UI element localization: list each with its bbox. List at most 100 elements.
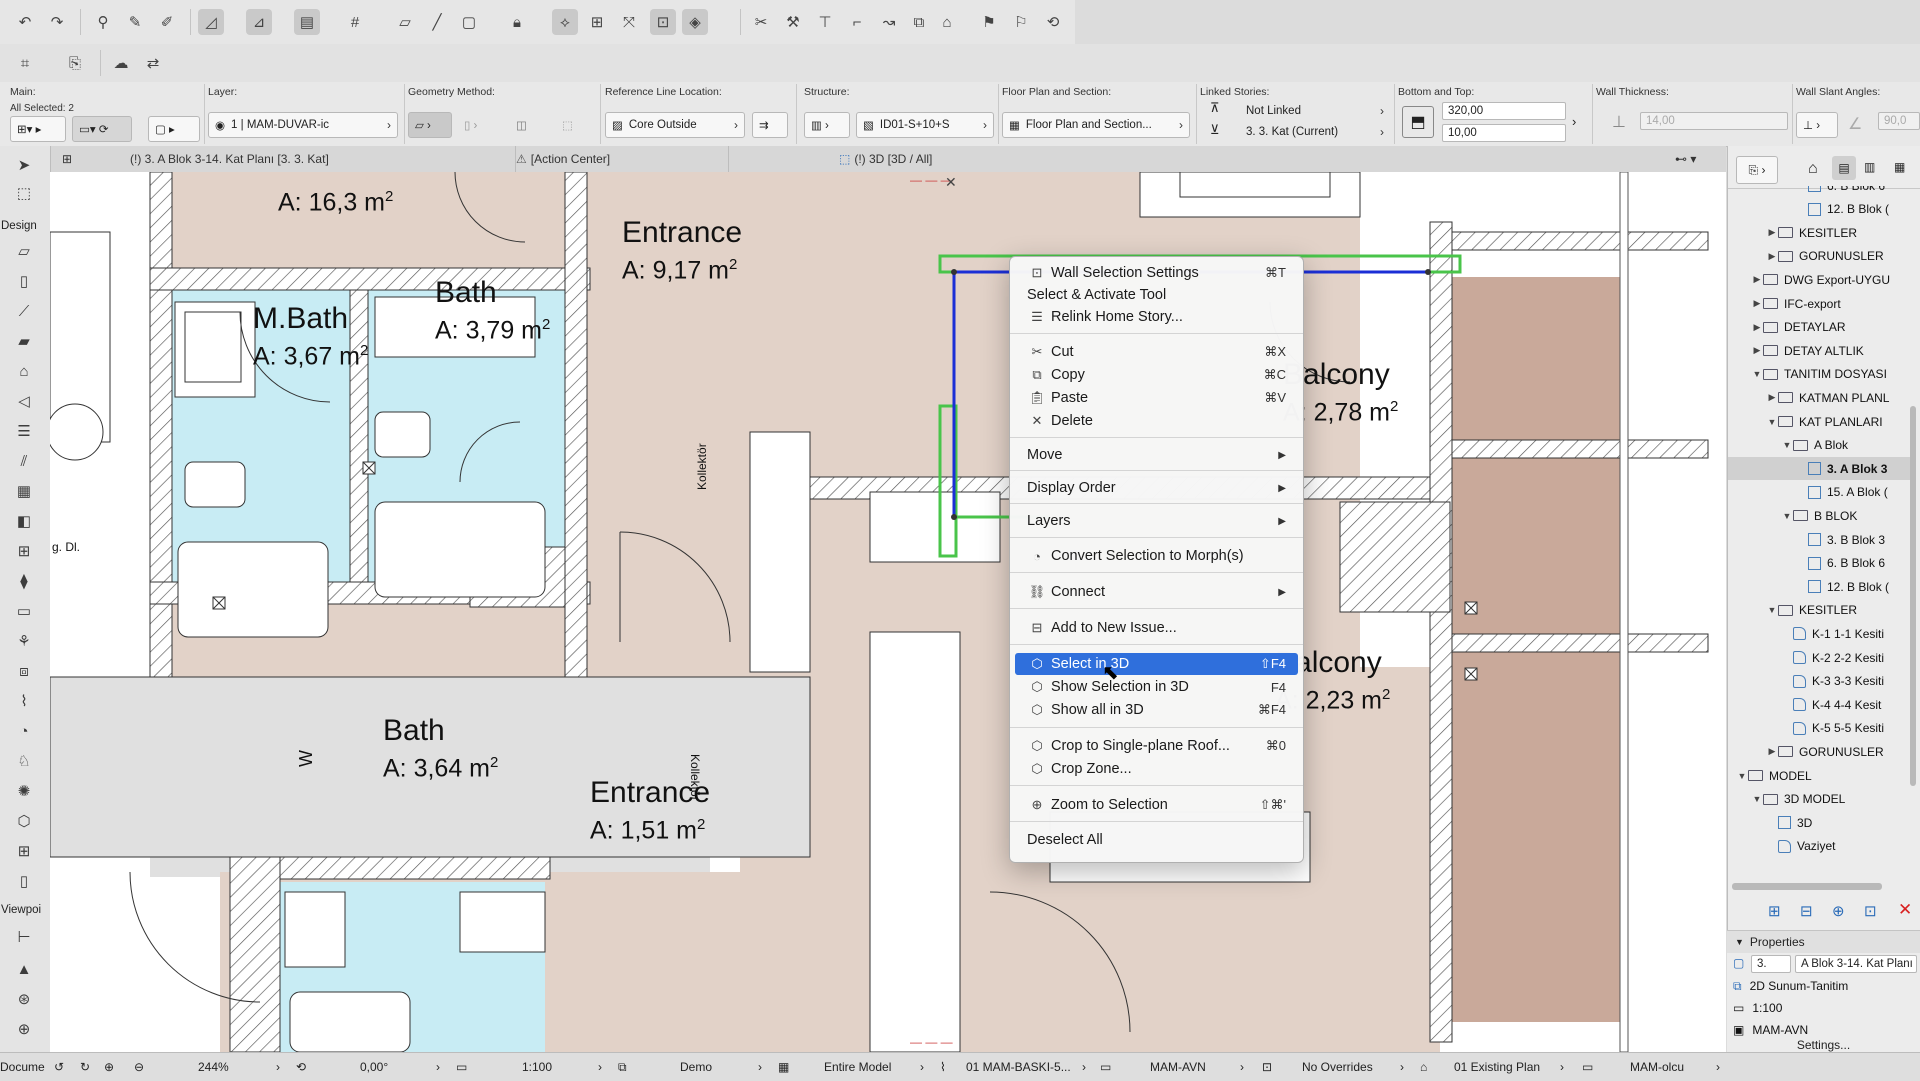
navigator-item[interactable]: K-1 1-1 Kesiti [1728,622,1914,645]
resize-icon[interactable]: ⧉ [906,9,932,35]
snap-icon[interactable]: ⊿ [246,9,272,35]
window-tool-icon[interactable]: ⊞ [10,540,38,562]
navigator-item[interactable]: Vaziyet [1728,835,1914,858]
intersect-icon[interactable]: ⊤ [812,9,838,35]
structure-type-button[interactable]: ▥ › [804,112,850,138]
tab-action-center[interactable]: ⚠ [Action Center] [515,146,726,172]
menu-item-crop-roof[interactable]: ⬡ Crop to Single-plane Roof... ⌘0 [1015,735,1298,757]
menu-item-move[interactable]: Move ▶ [1015,444,1298,466]
navigator-item[interactable]: 15. A Blok ( [1728,481,1914,504]
menu-item-paste[interactable]: 📋︎ Paste ⌘V [1015,387,1298,409]
fit-window-icon[interactable]: ⊖ [134,1053,144,1081]
override-value[interactable]: No Overrides [1302,1053,1373,1081]
chevron-right-icon[interactable]: › [1400,1053,1404,1081]
navigator-item[interactable]: 6. B Blok 6 [1728,186,1914,197]
offset-icon[interactable]: ↝ [876,9,902,35]
layer-icon[interactable]: ⊡ [650,9,676,35]
expanded-triangle-icon[interactable]: ▼ [1781,440,1793,450]
door-tool-icon[interactable]: ◧ [10,510,38,532]
collapsed-triangle-icon[interactable]: ▶ [1751,274,1763,285]
send-receive-icon[interactable]: ⎘ [62,50,88,76]
menu-item-delete[interactable]: ✕ Delete [1015,410,1298,432]
undo-zoom-icon[interactable]: ↺ [54,1053,64,1081]
structure-select[interactable]: ▧ ID01-S+10+S › [856,112,994,138]
menu-item-deselect-all[interactable]: Deselect All [1015,829,1298,851]
menu-item-layers[interactable]: Layers ▶ [1015,510,1298,532]
geometry-straight-button[interactable]: ▱ › [408,112,452,138]
elevation-tool-icon[interactable]: ▲ [10,958,38,980]
bottom-height-field[interactable]: 10,00 [1442,124,1566,142]
scale-value[interactable]: 1:100 [522,1053,552,1081]
marquee-tool-icon[interactable]: ⬚ [10,182,38,204]
view-angle[interactable]: 0,00° [360,1053,388,1081]
menu-item-crop-zone[interactable]: ⬡ Crop Zone... [1015,758,1298,780]
navigator-item[interactable]: ▶ GORUNUSLER [1728,245,1914,268]
scrollbar-thumb[interactable] [1910,406,1916,786]
chair-tool-icon[interactable]: ♘ [10,750,38,772]
navigator-item[interactable]: ▼ TANITIM DOSYASI [1728,363,1914,386]
model-filter-value[interactable]: MAM-olcu [1630,1053,1684,1081]
chevron-right-icon[interactable]: › [1572,114,1576,129]
column-tool-icon[interactable]: ▯ [10,270,38,292]
collapsed-triangle-icon[interactable]: ▶ [1766,251,1778,262]
trace-icon[interactable]: ⤧ [616,9,642,35]
clone-folder-icon[interactable]: ⊞ [1768,902,1781,920]
arrow-tool-icon[interactable]: ➤ [10,154,38,176]
worksheet-tool-icon[interactable]: ⊕ [10,1018,38,1040]
stair-tool-icon[interactable]: ☰ [10,420,38,442]
new-view-icon[interactable]: ⊟ [1800,902,1813,920]
menu-item-show-selection-in-3d[interactable]: ⬡ Show Selection in 3D F4 [1015,676,1298,698]
slab-tool-icon[interactable]: ▰ [10,330,38,352]
magic-wand-icon[interactable]: ⟡ [552,9,578,35]
adjust-icon[interactable]: ⚒ [780,9,806,35]
layer-select[interactable]: ◉ 1 | MAM-DUVAR-ic › [208,112,398,138]
menu-item-display-order[interactable]: Display Order ▶ [1015,477,1298,499]
view-map-icon[interactable]: ▤ [1832,156,1856,180]
floor-plan-canvas[interactable]: — — — ✕ — — — A: 16,3 m2 Entrance A: 9,1… [50,172,1726,1052]
fillet-icon[interactable]: ⌐ [844,9,870,35]
navigator-item[interactable]: K-3 3-3 Kesiti [1728,670,1914,693]
geometry-log-button[interactable]: ⬚ [556,112,586,138]
redo-icon[interactable]: ↷ [44,9,70,35]
morph-tool-icon[interactable]: ◔ [10,720,38,742]
renovation-value[interactable]: 01 Existing Plan [1454,1053,1540,1081]
undo-icon[interactable]: ↶ [12,9,38,35]
expanded-triangle-icon[interactable]: ▼ [1766,417,1778,427]
menu-item-connect[interactable]: ⛓ Connect ▶ [1015,581,1298,603]
navigator-item[interactable]: 3. B Blok 3 [1728,528,1914,551]
slant-angle-field[interactable]: 90,0 [1878,112,1920,130]
collapsed-triangle-icon[interactable]: ▶ [1766,746,1778,757]
sync-icon[interactable]: ⟲ [1040,9,1066,35]
guide-line-icon[interactable]: ◿ [198,9,224,35]
project-map-icon[interactable]: ⌂ [1808,160,1818,178]
navigator-item[interactable]: ▼ B BLOK [1728,504,1914,527]
navigator-menu-button[interactable]: ⎘ › [1736,156,1778,184]
navigator-item[interactable]: ▶ KATMAN PLANL [1728,386,1914,409]
navigator-item[interactable]: 12. B Blok ( [1728,198,1914,221]
zoom-in-icon[interactable]: ⊕ [104,1053,114,1081]
view-id-field[interactable]: 3. [1751,955,1791,973]
navigator-item[interactable]: 12. B Blok ( [1728,575,1914,598]
chevron-right-icon[interactable]: › [1082,1053,1086,1081]
lock-icon[interactable]: 🔒︎ [504,9,530,35]
chevron-right-icon[interactable]: › [598,1053,602,1081]
chevron-right-icon[interactable]: › [1716,1053,1720,1081]
tab-list-icon[interactable]: ⊞ [56,146,78,172]
section-tool-icon[interactable]: ⊢ [10,926,38,948]
properties-row[interactable]: ⧉ 2D Sunum-Tanitim [1727,976,1920,996]
reference-line-select[interactable]: ▨ Core Outside › [605,112,745,138]
settings-button[interactable]: Settings... [1727,1038,1920,1052]
camera-tool-icon[interactable]: ⊛ [10,988,38,1010]
navigator-item[interactable]: ▶ DWG Export-UYGU [1728,268,1914,291]
wall-tool-icon[interactable]: ▱ [10,240,38,262]
3d-cut-icon[interactable]: ◈ [682,9,708,35]
navigator-item[interactable]: ▼ KESITLER [1728,599,1914,622]
chevron-right-icon[interactable]: › [920,1053,924,1081]
zone-tool-icon[interactable]: ⧈ [10,660,38,682]
navigator-item[interactable]: ▼ MODEL [1728,764,1914,787]
wall-shape-button[interactable]: ▢ ▸ [148,116,200,142]
object-tool-icon[interactable]: ⚘ [10,630,38,652]
layout-book-icon[interactable]: ▥ [1864,160,1875,174]
new-folder-icon[interactable]: ⊡ [1864,902,1877,920]
syringe-icon[interactable]: ✐ [154,9,180,35]
